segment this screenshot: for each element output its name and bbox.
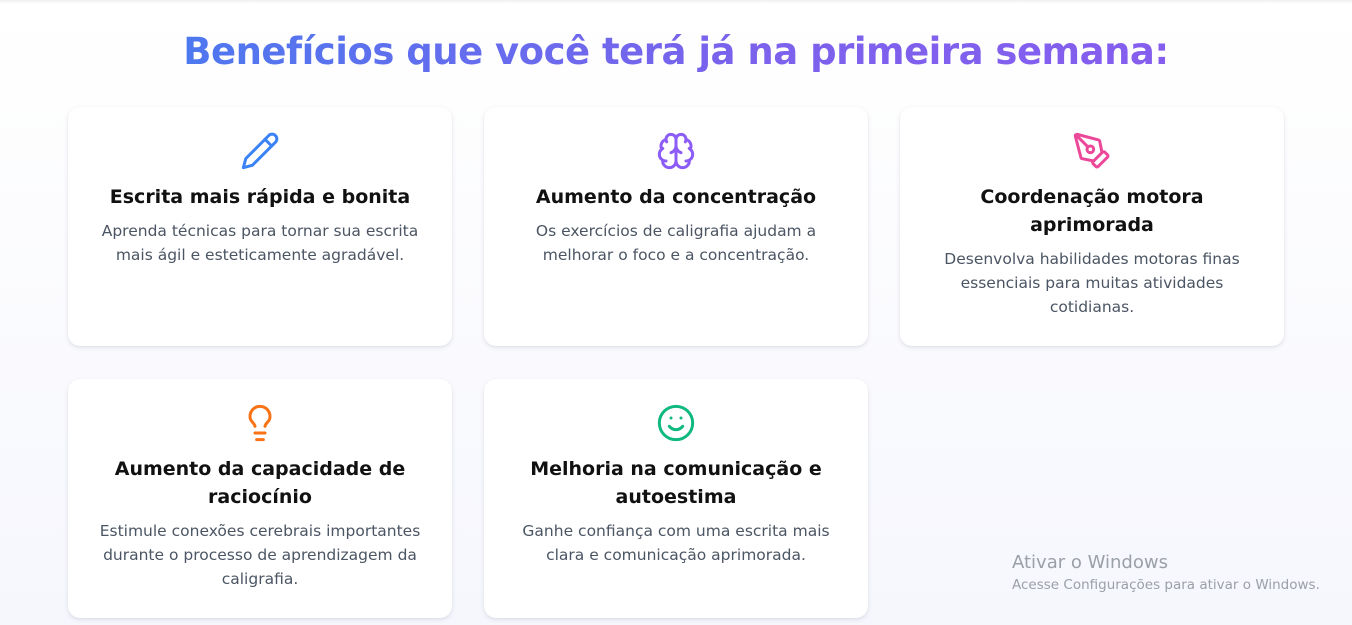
card-title: Escrita mais rápida e bonita [109,186,411,208]
card-description: Aprenda técnicas para tornar sua escrita… [101,222,419,264]
benefit-card-communication: Melhoria na comunicação e autoestima Gan… [484,379,868,618]
watermark-title: Ativar o Windows [1012,552,1168,573]
brain-icon [657,132,695,170]
watermark-subtitle: Acesse Configurações para ativar o Windo… [1012,577,1320,593]
benefit-card-concentration: Aumento da concentração Os exercícios de… [484,107,868,346]
windows-activation-watermark: Ativar o Windows Acesse Configurações pa… [1012,552,1320,593]
benefit-card-motor-coordination: Coordenação motora aprimorada Desenvolva… [900,107,1284,346]
card-title: Coordenação motora aprimorada [980,186,1204,236]
lightbulb-icon [248,404,272,442]
card-title: Melhoria na comunicação e autoestima [530,458,822,508]
card-description: Estimule conexões cerebrais importantes … [99,522,421,588]
benefit-card-faster-writing: Escrita mais rápida e bonita Aprenda téc… [68,107,452,346]
card-title: Aumento da capacidade de raciocínio [114,458,406,508]
section-title: Benefícios que você terá já na primeira … [0,30,1352,73]
card-description: Ganhe confiança com uma escrita mais cla… [522,522,830,564]
card-description: Desenvolva habilidades motoras finas ess… [944,250,1240,316]
card-description: Os exercícios de caligrafia ajudam a mel… [535,222,817,264]
card-title: Aumento da concentração [535,186,817,208]
pencil-icon [241,132,279,170]
benefit-card-reasoning: Aumento da capacidade de raciocínio Esti… [68,379,452,618]
top-shadow [0,0,1352,4]
smile-icon [657,404,695,442]
pen-tool-icon [1073,132,1110,169]
